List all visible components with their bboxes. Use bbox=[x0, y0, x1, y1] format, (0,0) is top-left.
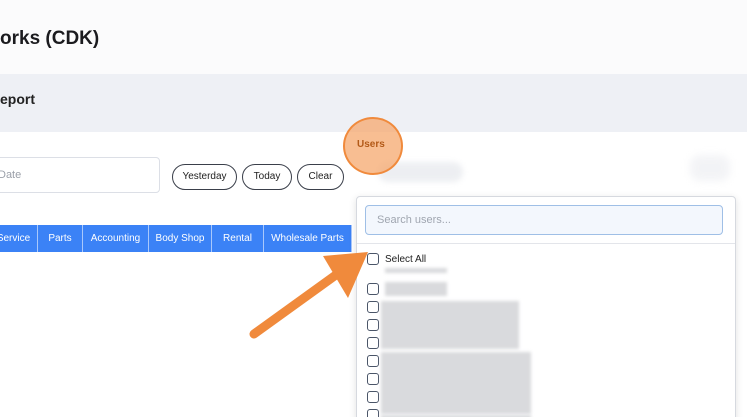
blurred-control bbox=[690, 155, 730, 181]
select-all-label: Select All bbox=[385, 253, 427, 265]
title-bar bbox=[0, 0, 747, 74]
user-checkbox[interactable] bbox=[367, 337, 379, 349]
user-checkbox[interactable] bbox=[367, 391, 379, 403]
user-checkbox[interactable] bbox=[367, 283, 379, 295]
user-name-redacted bbox=[385, 268, 447, 273]
user-option[interactable] bbox=[367, 281, 379, 297]
divider bbox=[357, 243, 735, 244]
tab-wholesale-parts[interactable]: Wholesale Parts bbox=[264, 225, 352, 252]
date-input[interactable] bbox=[0, 157, 160, 193]
page-title: orks (CDK) bbox=[0, 28, 100, 49]
user-option[interactable] bbox=[367, 317, 379, 333]
tab-rental[interactable]: Rental bbox=[212, 225, 264, 252]
user-option[interactable] bbox=[367, 407, 379, 417]
search-users-input[interactable] bbox=[365, 205, 723, 235]
select-all-option[interactable]: Select All bbox=[367, 251, 426, 267]
user-checkbox[interactable] bbox=[367, 301, 379, 313]
user-option[interactable] bbox=[367, 389, 379, 405]
department-tabs: Service Parts Accounting Body Shop Renta… bbox=[0, 225, 352, 252]
user-name-redacted bbox=[385, 282, 447, 296]
users-dropdown: Select All bbox=[356, 196, 736, 417]
user-checkbox[interactable] bbox=[367, 355, 379, 367]
select-all-checkbox[interactable] bbox=[367, 253, 379, 265]
today-button[interactable]: Today bbox=[242, 164, 292, 190]
user-option[interactable] bbox=[367, 371, 379, 387]
user-option[interactable] bbox=[367, 299, 379, 315]
tab-service[interactable]: Service bbox=[0, 225, 38, 252]
user-checkbox[interactable] bbox=[367, 373, 379, 385]
user-option[interactable] bbox=[367, 353, 379, 369]
report-title: eport bbox=[0, 91, 35, 107]
user-checkbox[interactable] bbox=[367, 319, 379, 331]
yesterday-button[interactable]: Yesterday bbox=[172, 164, 237, 190]
user-name-redacted bbox=[381, 352, 531, 414]
tab-accounting[interactable]: Accounting bbox=[83, 225, 149, 252]
clear-button[interactable]: Clear bbox=[297, 164, 344, 190]
users-label: Users bbox=[357, 139, 385, 150]
user-name-redacted bbox=[381, 301, 519, 349]
page: orks (CDK) eport Yesterday Today Clear S… bbox=[0, 0, 747, 417]
user-option[interactable] bbox=[367, 335, 379, 351]
tab-parts[interactable]: Parts bbox=[38, 225, 83, 252]
user-checkbox[interactable] bbox=[367, 409, 379, 417]
tab-body-shop[interactable]: Body Shop bbox=[149, 225, 212, 252]
